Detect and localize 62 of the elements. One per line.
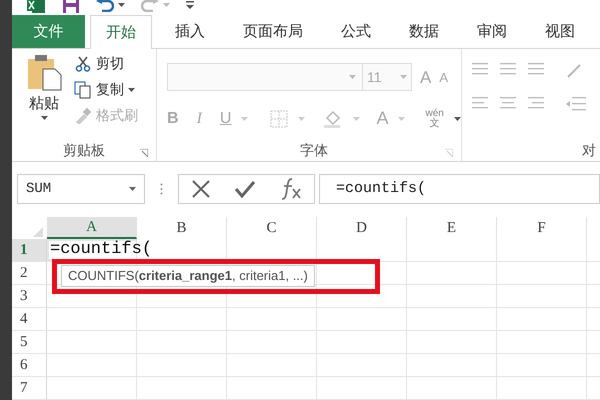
ribbon-tab[interactable]: 页面布局 <box>228 15 318 48</box>
column-header[interactable]: F <box>497 217 587 239</box>
paste-button[interactable]: 粘贴 <box>24 53 64 139</box>
caret-icon <box>353 116 360 121</box>
indent-icon[interactable] <box>566 97 586 112</box>
row-header[interactable]: 6 <box>12 354 47 376</box>
group-label: 字体 <box>300 140 328 160</box>
column-header[interactable]: E <box>407 217 497 239</box>
brush-icon <box>74 108 92 124</box>
caret-icon <box>118 2 125 7</box>
caret-icon <box>129 187 136 191</box>
row-header[interactable]: 3 <box>12 285 47 307</box>
launcher-icon[interactable] <box>140 149 148 157</box>
row-header[interactable]: 4 <box>12 308 47 330</box>
row-header[interactable]: 2 <box>12 262 47 284</box>
launcher-icon[interactable] <box>445 149 453 157</box>
column-header[interactable]: A <box>47 217 137 239</box>
copy-icon <box>74 80 92 99</box>
row-header[interactable]: 7 <box>12 377 47 399</box>
undo-icon[interactable] <box>96 0 114 12</box>
caret-icon <box>349 75 356 80</box>
cut-button[interactable]: 剪切 <box>74 53 138 74</box>
caret-icon <box>298 116 306 121</box>
caret-icon <box>128 88 135 92</box>
file-tab[interactable]: 文件 <box>12 15 85 48</box>
triangle-icon <box>33 227 43 237</box>
ribbon-tab[interactable]: 视图 <box>530 15 590 48</box>
column-header[interactable]: C <box>227 217 317 239</box>
caret-icon <box>400 75 407 80</box>
grip-icon <box>160 183 163 195</box>
name-box[interactable]: SUM <box>17 174 145 204</box>
redo-icon[interactable] <box>141 0 159 12</box>
row-header[interactable]: 5 <box>12 331 47 353</box>
ribbon-tab[interactable]: 公式 <box>326 15 386 48</box>
cell-text: =countifs( <box>49 239 152 262</box>
copy-button[interactable]: 复制 <box>74 79 138 100</box>
clipboard-icon <box>26 53 62 92</box>
row-header[interactable]: 1 <box>12 239 47 261</box>
ribbon-tab[interactable]: 插入 <box>160 15 220 48</box>
font-name-field[interactable] <box>167 63 363 92</box>
function-tooltip: COUNTIFS(criteria_range1, criteria1, ...) <box>61 265 315 287</box>
formula-field[interactable]: =countifs( <box>319 174 600 204</box>
ribbon-tab[interactable]: 数据 <box>394 15 454 48</box>
save-icon[interactable] <box>62 0 80 14</box>
check-icon[interactable] <box>234 180 256 198</box>
column-header[interactable]: B <box>137 217 227 239</box>
function-icon[interactable] <box>280 177 302 201</box>
caret-icon <box>163 2 170 7</box>
caret-icon <box>241 116 248 121</box>
caret-icon <box>40 116 48 120</box>
column-header[interactable]: D <box>317 217 407 239</box>
ribbon-tab[interactable]: 开始 <box>90 15 152 50</box>
caret-icon <box>398 116 406 121</box>
close-icon[interactable] <box>190 179 211 199</box>
caret-icon <box>454 116 461 121</box>
border-icon[interactable] <box>270 110 288 128</box>
group-label: 剪贴板 <box>63 140 105 160</box>
group-label: 对 <box>582 140 596 160</box>
phonetic-button[interactable]: wén 文 <box>425 108 444 129</box>
customize-icon[interactable] <box>186 0 194 9</box>
scissors-icon <box>76 56 90 72</box>
ribbon-tab[interactable]: 审阅 <box>462 15 522 48</box>
